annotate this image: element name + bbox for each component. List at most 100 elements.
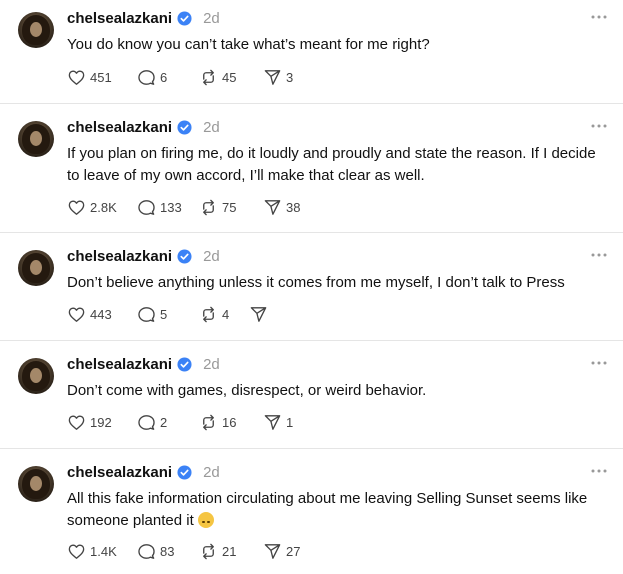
reply-button[interactable]: 2	[137, 412, 199, 432]
post-actions: 2.8K 133 75 38	[67, 197, 313, 217]
post-time: 2d	[203, 9, 220, 27]
send-icon	[264, 543, 281, 559]
username[interactable]: chelsealazkani	[67, 248, 172, 265]
reply-count: 133	[160, 199, 182, 215]
comment-icon	[138, 306, 155, 322]
post[interactable]: chelsealazkani 2d All this fake informat…	[0, 454, 623, 574]
post[interactable]: chelsealazkani 2d You do know you can’t …	[0, 0, 623, 103]
repost-icon	[203, 69, 214, 85]
post-actions: 443 5 4	[67, 304, 299, 324]
heart-icon	[68, 414, 85, 430]
heart-icon	[68, 199, 85, 215]
comment-icon	[138, 414, 155, 430]
repost-count: 4	[222, 306, 230, 322]
more-dots-icon[interactable]	[589, 466, 609, 476]
avatar[interactable]	[18, 466, 54, 502]
comment-icon	[138, 69, 155, 85]
more-dots-icon[interactable]	[589, 12, 609, 22]
username[interactable]: chelsealazkani	[67, 356, 172, 373]
avatar[interactable]	[18, 358, 54, 394]
repost-count: 16	[222, 414, 237, 430]
like-button[interactable]: 443	[67, 304, 137, 324]
like-count: 451	[90, 69, 112, 85]
post[interactable]: chelsealazkani 2d Don’t believe anything…	[0, 238, 623, 340]
verified-badge-icon	[177, 356, 192, 372]
verified-badge-icon	[177, 464, 192, 480]
like-button[interactable]: 1.4K	[67, 541, 137, 561]
reply-button[interactable]: 6	[137, 67, 199, 87]
repost-button[interactable]: 75	[199, 197, 263, 217]
repost-count: 21	[222, 543, 237, 559]
reply-button[interactable]: 83	[137, 541, 199, 561]
reply-count: 83	[160, 543, 175, 559]
divider	[0, 340, 623, 341]
like-button[interactable]: 451	[67, 67, 137, 87]
share-button[interactable]: 1	[263, 412, 313, 432]
share-count: 1	[286, 414, 294, 430]
repost-button[interactable]: 16	[199, 412, 263, 432]
share-count: 38	[286, 199, 301, 215]
heart-icon	[68, 306, 85, 322]
username[interactable]: chelsealazkani	[67, 119, 172, 136]
reply-count: 6	[160, 69, 168, 85]
like-button[interactable]: 2.8K	[67, 197, 137, 217]
more-dots-icon[interactable]	[589, 358, 609, 368]
more-dots-icon[interactable]	[589, 250, 609, 260]
share-count: 27	[286, 543, 301, 559]
verified-badge-icon	[177, 119, 192, 135]
username[interactable]: chelsealazkani	[67, 10, 172, 27]
verified-badge-icon	[177, 10, 192, 26]
post-text: All this fake information circulating ab…	[67, 490, 588, 529]
repost-icon	[203, 543, 214, 559]
post-time: 2d	[203, 463, 220, 481]
repost-icon	[203, 414, 214, 430]
share-button[interactable]: 27	[263, 541, 313, 561]
post-actions: 451 6 45 3	[67, 67, 313, 87]
repost-count: 45	[222, 69, 237, 85]
post-time: 2d	[203, 355, 220, 373]
post-header: chelsealazkani 2d	[67, 117, 220, 137]
share-count: 3	[286, 69, 294, 85]
more-dots-icon[interactable]	[589, 121, 609, 131]
post-text: Don’t come with games, disrespect, or we…	[67, 382, 427, 399]
post-text: If you plan on firing me, do it loudly a…	[67, 145, 596, 184]
share-button[interactable]: 3	[263, 67, 313, 87]
username[interactable]: chelsealazkani	[67, 464, 172, 481]
repost-button[interactable]: 21	[199, 541, 263, 561]
like-count: 443	[90, 306, 112, 322]
post-time: 2d	[203, 118, 220, 136]
post[interactable]: chelsealazkani 2d If you plan on firing …	[0, 109, 623, 232]
post-text-container: All this fake information circulating ab…	[67, 488, 607, 532]
like-count: 192	[90, 414, 112, 430]
post[interactable]: chelsealazkani 2d Don’t come with games,…	[0, 346, 623, 448]
send-icon	[264, 69, 281, 85]
send-icon	[264, 414, 281, 430]
post-actions: 1.4K 83 21 27	[67, 541, 313, 561]
verified-badge-icon	[177, 248, 192, 264]
reply-button[interactable]: 5	[137, 304, 199, 324]
repost-button[interactable]: 4	[199, 304, 249, 324]
post-header: chelsealazkani 2d	[67, 354, 220, 374]
share-button[interactable]: 38	[263, 197, 313, 217]
repost-icon	[203, 306, 214, 322]
avatar[interactable]	[18, 250, 54, 286]
avatar[interactable]	[18, 121, 54, 157]
reply-button[interactable]: 133	[137, 197, 199, 217]
divider	[0, 232, 623, 233]
post-text: You do know you can’t take what’s meant …	[67, 36, 430, 53]
avatar[interactable]	[18, 12, 54, 48]
reply-count: 2	[160, 414, 168, 430]
heart-icon	[68, 543, 85, 559]
divider	[0, 448, 623, 449]
repost-button[interactable]: 45	[199, 67, 263, 87]
post-header: chelsealazkani 2d	[67, 246, 220, 266]
like-count: 1.4K	[90, 543, 117, 559]
heart-icon	[68, 69, 85, 85]
post-text: Don’t believe anything unless it comes f…	[67, 274, 565, 291]
comment-icon	[138, 543, 155, 559]
reply-count: 5	[160, 306, 168, 322]
share-button[interactable]	[249, 304, 299, 324]
like-button[interactable]: 192	[67, 412, 137, 432]
upside-down-face-emoji	[197, 512, 214, 528]
send-icon	[264, 199, 281, 215]
